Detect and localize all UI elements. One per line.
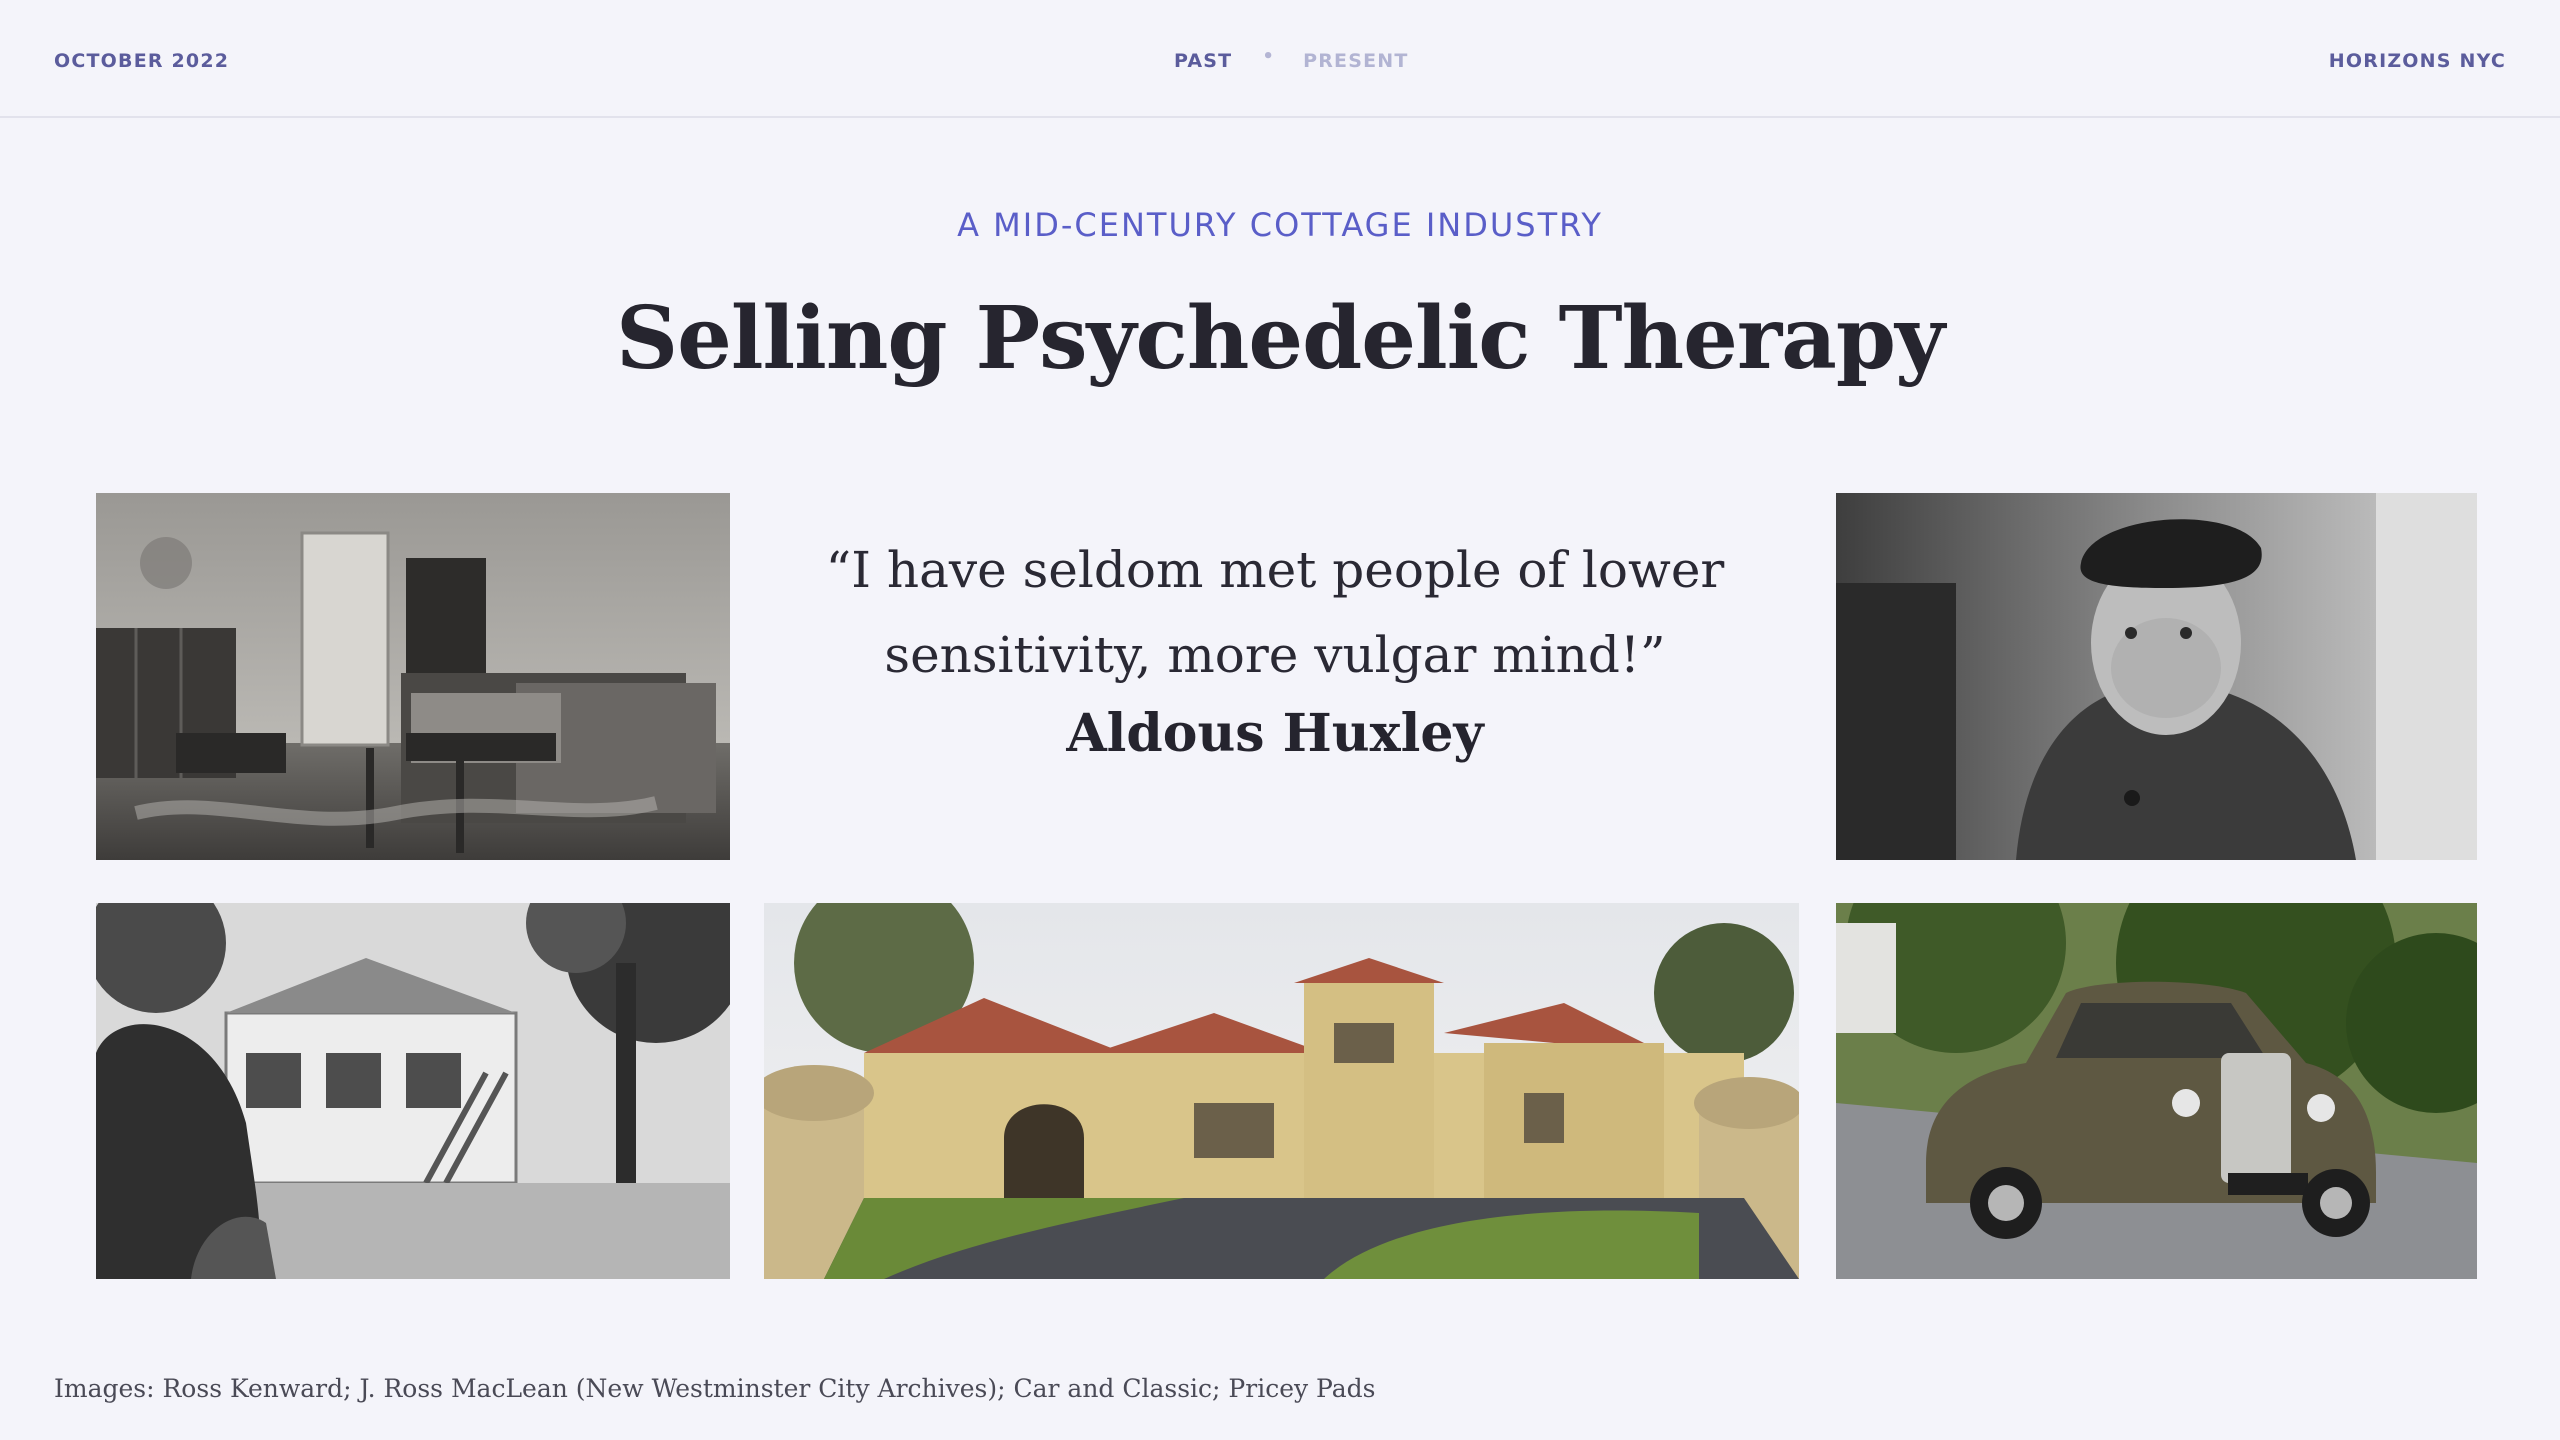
house-with-woman-photo <box>96 903 730 1279</box>
interior-room-photo <box>96 493 730 860</box>
issue-date: OCTOBER 2022 <box>54 50 230 72</box>
classic-car-photo <box>1836 903 2477 1279</box>
image-credits: Images: Ross Kenward; J. Ross MacLean (N… <box>54 1374 1376 1403</box>
page-title: Selling Psychedelic Therapy <box>616 288 1945 389</box>
nav-present-link[interactable]: PRESENT <box>1303 50 1408 72</box>
section-kicker: A MID-CENTURY COTTAGE INDUSTRY <box>957 206 1603 244</box>
brand-link[interactable]: HORIZONS NYC <box>2329 50 2506 72</box>
quote-line-1: “I have seldom met people of lower <box>825 541 1725 599</box>
young-man-portrait-photo <box>1836 493 2477 860</box>
nav-separator: • <box>1262 45 1276 67</box>
nav-past-link[interactable]: PAST <box>1174 50 1232 72</box>
timeline-nav: PAST • PRESENT <box>1174 46 1409 73</box>
mansion-photo <box>764 903 1799 1279</box>
pull-quote: “I have seldom met people of lower sensi… <box>760 528 1790 770</box>
quote-line-2: sensitivity, more vulgar mind!” <box>884 626 1666 684</box>
top-bar: OCTOBER 2022 PAST • PRESENT HORIZONS NYC <box>0 0 2560 118</box>
quote-author: Aldous Huxley <box>1066 703 1484 764</box>
